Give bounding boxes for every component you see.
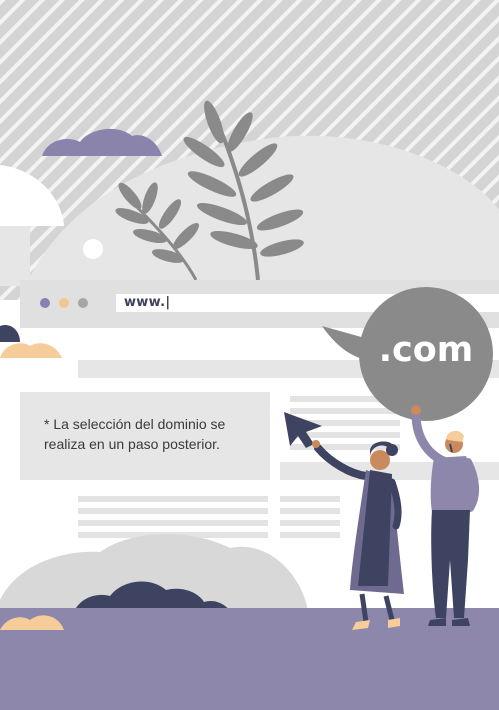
domain-note: * La selección del dominio se realiza en…	[44, 416, 226, 452]
ground	[0, 608, 499, 710]
domain-bubble-text: .com	[378, 330, 474, 370]
window-dot-purple	[40, 298, 50, 308]
left-hill-base	[0, 226, 30, 286]
navy-cloud-edge	[0, 324, 20, 342]
window-dot-gray	[78, 298, 88, 308]
illustration-stage: www.| .com * La selección del dominio se…	[0, 0, 499, 710]
white-dot	[83, 239, 103, 259]
window-dot-peach	[59, 298, 69, 308]
address-bar-text[interactable]: www.|	[124, 295, 170, 310]
